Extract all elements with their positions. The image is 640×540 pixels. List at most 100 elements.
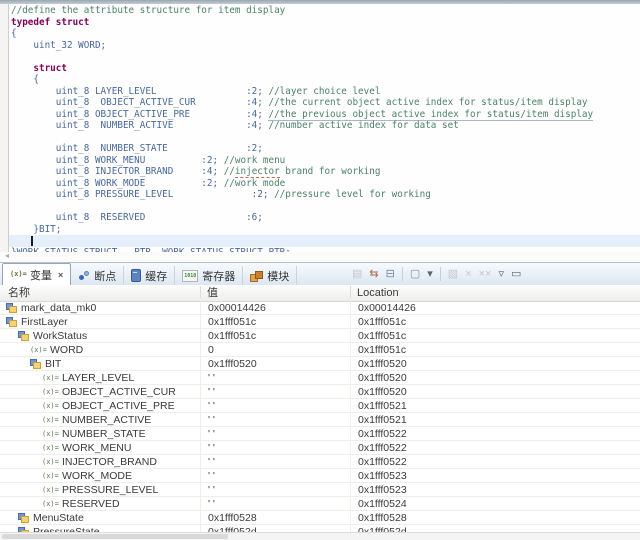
cell-location: 0x1fff051c <box>350 343 640 356</box>
minimize-icon[interactable]: ▭ <box>511 266 521 282</box>
primitive-variable-icon <box>42 415 59 425</box>
panel-horizontal-scrollbar[interactable] <box>0 532 640 540</box>
tab-variables[interactable]: 变量 × <box>2 263 72 285</box>
column-header-name[interactable]: 名称 <box>8 286 30 300</box>
code-comment: brand for working <box>279 166 381 177</box>
show-logical-structure-icon[interactable]: ⇆ <box>369 266 378 282</box>
cell-name: PRESSURE_LEVEL <box>0 483 200 496</box>
code-line: struct <box>9 63 640 75</box>
cell-name: BIT <box>0 357 200 370</box>
table-row[interactable]: RESERVED ' '0x1fff0524 <box>0 497 640 511</box>
view-menu-icon[interactable]: ▿ <box>498 266 504 282</box>
code-line: uint_8 INJECTOR_BRAND :4; //injector bra… <box>9 166 640 178</box>
table-row[interactable]: PRESSURE_LEVEL ' '0x1fff0523 <box>0 483 640 497</box>
column-header-location[interactable]: Location <box>357 286 399 300</box>
cell-name: WORK_MODE <box>0 469 200 482</box>
cell-location: 0x1fff0528 <box>350 511 640 524</box>
code-text: uint_32 WORD; <box>11 39 107 51</box>
code-line: uint_32 WORD; <box>9 40 640 52</box>
debug-views-panel: 变量×断点缓存寄存器模块 ▤⇆⊟▢▾▧×××▿▭ 名称 值 Location m… <box>0 262 640 540</box>
struct-variable-icon <box>6 302 17 313</box>
code-comment: // <box>223 166 235 177</box>
toolbar-separator <box>401 267 403 281</box>
variable-name: NUMBER_STATE <box>62 427 146 440</box>
editor-gutter <box>0 4 9 252</box>
column-divider[interactable] <box>200 286 201 298</box>
table-row[interactable]: WORK_MODE ' '0x1fff0523 <box>0 469 640 483</box>
primitive-variable-icon <box>42 443 59 453</box>
remove-all-icon[interactable]: ×× <box>479 266 492 282</box>
primitive-variable-icon <box>42 373 59 383</box>
variable-name: mark_data_mk0 <box>21 301 97 314</box>
cache-icon <box>131 269 142 282</box>
panel-tabs: 变量 × 断点 缓存 寄存器 模块 <box>2 263 298 285</box>
variable-name: PRESSURE_LEVEL <box>62 483 159 496</box>
table-row[interactable]: NUMBER_STATE ' '0x1fff0522 <box>0 427 640 441</box>
cell-value: ' ' <box>200 483 350 496</box>
table-row[interactable]: BIT 0x1fff0520 0x1fff0520 <box>0 357 640 371</box>
code-comment: //pressure level for working <box>274 189 431 200</box>
code-line: uint_8 NUMBER_ACTIVE :4; //number active… <box>9 120 640 132</box>
struct-variable-icon <box>6 316 17 327</box>
cell-value: ' ' <box>200 385 350 398</box>
table-row[interactable]: mark_data_mk0 0x00014426 0x00014426 <box>0 301 640 315</box>
code-text: uint_8 WORK_MODE :2; <box>11 177 224 189</box>
table-row[interactable]: MenuState 0x1fff0528 0x1fff0528 <box>0 511 640 525</box>
show-type-names-icon[interactable]: ▤ <box>352 266 362 282</box>
code-keyword: struct <box>33 62 67 74</box>
struct-variable-icon <box>18 512 29 523</box>
code-line: { <box>9 74 640 86</box>
variable-name: WORK_MENU <box>62 441 132 454</box>
cell-name: FirstLayer <box>0 315 200 328</box>
scrollbar-thumb[interactable] <box>2 534 228 539</box>
tab-registers[interactable]: 寄存器 <box>175 266 244 285</box>
scroll-left-icon[interactable]: ◂ <box>5 251 9 261</box>
code-editor[interactable]: //define the attribute structure for ite… <box>0 4 640 258</box>
code-text: }BIT; <box>11 223 62 235</box>
code-line: uint_8 OBJECT_ACTIVE_CUR :4; //the curre… <box>9 97 640 109</box>
table-row[interactable]: WorkStatus 0x1fff051c 0x1fff051c <box>0 329 640 343</box>
table-row[interactable]: NUMBER_ACTIVE ' '0x1fff0521 <box>0 413 640 427</box>
cell-location: 0x1fff0522 <box>350 427 640 440</box>
variables-icon <box>10 270 27 279</box>
tab-breakpoints[interactable]: 断点 <box>71 266 125 285</box>
cell-value: 0x1fff051c <box>200 329 350 342</box>
code-line: uint_8 NUMBER_STATE :2; <box>9 143 640 155</box>
cell-name: MenuState <box>0 511 200 524</box>
add-watch-icon[interactable]: ▧ <box>448 266 458 282</box>
primitive-variable-icon <box>42 499 59 509</box>
variable-name: OBJECT_ACTIVE_PRE <box>62 399 175 412</box>
dropdown-arrow-icon[interactable]: ▾ <box>427 266 433 282</box>
layout-menu-icon[interactable]: ▢ <box>410 266 420 282</box>
cell-name: NUMBER_STATE <box>0 427 200 440</box>
code-text: uint_8 RESERVED :6; <box>11 212 263 223</box>
table-row[interactable]: LAYER_LEVEL ' '0x1fff0520 <box>0 371 640 385</box>
panel-tabbar: 变量×断点缓存寄存器模块 ▤⇆⊟▢▾▧×××▿▭ <box>0 263 640 286</box>
code-text: uint_8 OBJECT_ACTIVE_PRE :4; <box>11 108 269 120</box>
editor-horizontal-scrollbar[interactable]: ◂ <box>0 251 640 262</box>
tab-cache[interactable]: 缓存 <box>124 266 176 285</box>
code-keyword: typedef struct <box>11 16 90 28</box>
cell-name: OBJECT_ACTIVE_CUR <box>0 385 200 398</box>
cell-name: WORK_MENU <box>0 441 200 454</box>
code-line: }BIT; <box>9 224 640 236</box>
collapse-all-icon[interactable]: ⊟ <box>386 266 395 282</box>
tab-modules[interactable]: 模块 <box>243 266 298 285</box>
remove-icon[interactable]: × <box>465 266 471 282</box>
cell-value: 0x1fff051c <box>200 315 350 328</box>
variable-name: OBJECT_ACTIVE_CUR <box>62 385 176 398</box>
table-row[interactable]: WORK_MENU ' '0x1fff0522 <box>0 441 640 455</box>
tab-label: 模块 <box>267 270 290 283</box>
column-divider[interactable] <box>350 286 351 298</box>
column-header-value[interactable]: 值 <box>207 286 218 300</box>
close-icon[interactable]: × <box>58 270 63 280</box>
table-row[interactable]: OBJECT_ACTIVE_PRE ' '0x1fff0521 <box>0 399 640 413</box>
cell-name: RESERVED <box>0 497 200 510</box>
code-line: uint_8 LAYER_LEVEL :2; //layer choice le… <box>9 86 640 98</box>
table-row[interactable]: INJECTOR_BRAND ' '0x1fff0522 <box>0 455 640 469</box>
code-line <box>9 235 640 247</box>
table-row[interactable]: FirstLayer 0x1fff051c 0x1fff051c <box>0 315 640 329</box>
table-row[interactable]: OBJECT_ACTIVE_CUR ' '0x1fff0520 <box>0 385 640 399</box>
table-row[interactable]: WORD 00x1fff051c <box>0 343 640 357</box>
